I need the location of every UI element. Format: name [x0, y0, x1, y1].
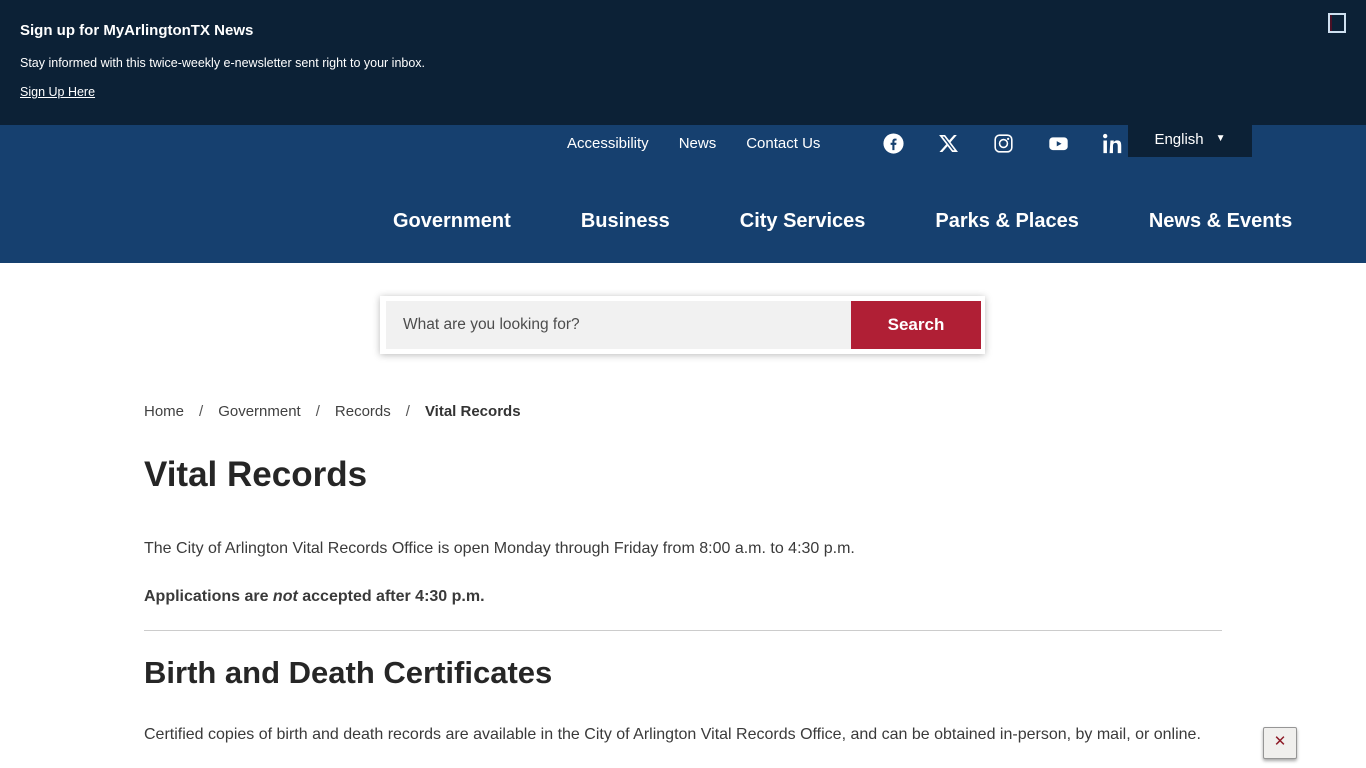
chevron-down-icon: ▼: [1216, 134, 1226, 144]
nav-item-news-events[interactable]: News & Events: [1149, 207, 1292, 235]
youtube-icon[interactable]: [1048, 133, 1069, 154]
newsletter-banner: Sign up for MyArlingtonTX News Stay info…: [0, 0, 1366, 125]
nav-item-city-services[interactable]: City Services: [740, 207, 866, 235]
x-twitter-icon[interactable]: [938, 133, 959, 154]
notice-emphasis: not: [273, 588, 298, 605]
search-input[interactable]: [386, 301, 851, 349]
search-button[interactable]: Search: [851, 301, 981, 349]
intro-paragraph: The City of Arlington Vital Records Offi…: [144, 540, 855, 558]
notice-prefix: Applications are: [144, 588, 273, 605]
utility-link-news[interactable]: News: [679, 135, 717, 152]
notice-paragraph: Applications are not accepted after 4:30…: [144, 588, 485, 606]
breadcrumb-current: Vital Records: [425, 403, 521, 420]
facebook-icon[interactable]: [883, 133, 904, 154]
breadcrumb-home[interactable]: Home: [144, 403, 184, 420]
banner-title: Sign up for MyArlingtonTX News: [20, 22, 253, 39]
nav-item-government[interactable]: Government: [393, 207, 511, 235]
main-nav: Government Business City Services Parks …: [393, 207, 1292, 235]
nav-item-parks-places[interactable]: Parks & Places: [935, 207, 1078, 235]
nav-item-business[interactable]: Business: [581, 207, 670, 235]
instagram-icon[interactable]: [993, 133, 1014, 154]
page: Sign up for MyArlingtonTX News Stay info…: [0, 0, 1366, 768]
utility-link-accessibility[interactable]: Accessibility: [567, 135, 649, 152]
breadcrumb: Home / Government / Records / Vital Reco…: [144, 403, 521, 420]
section-paragraph: Certified copies of birth and death reco…: [144, 721, 1224, 748]
social-icons: [883, 133, 1124, 154]
language-selector[interactable]: English ▼: [1128, 121, 1252, 157]
widget-close-button[interactable]: ✕: [1263, 727, 1297, 759]
close-icon: ✕: [1274, 732, 1287, 750]
breadcrumb-separator: /: [316, 403, 320, 420]
signup-link[interactable]: Sign Up Here: [20, 85, 95, 99]
utility-row: Accessibility News Contact Us: [567, 127, 1124, 159]
breadcrumb-separator: /: [406, 403, 410, 420]
utility-link-contact-us[interactable]: Contact Us: [746, 135, 820, 152]
banner-close-button[interactable]: [1328, 13, 1346, 33]
page-title: Vital Records: [144, 455, 367, 495]
site-header: Accessibility News Contact Us: [0, 125, 1366, 263]
breadcrumb-records[interactable]: Records: [335, 403, 391, 420]
breadcrumb-government[interactable]: Government: [218, 403, 301, 420]
breadcrumb-separator: /: [199, 403, 203, 420]
linkedin-icon[interactable]: [1103, 133, 1124, 154]
notice-suffix: accepted after 4:30 p.m.: [298, 588, 485, 605]
search-card: Search: [380, 296, 985, 354]
banner-subtitle: Stay informed with this twice-weekly e-n…: [20, 56, 425, 70]
language-selected: English: [1154, 131, 1203, 148]
section-divider: [144, 630, 1222, 631]
section-heading: Birth and Death Certificates: [144, 655, 552, 691]
